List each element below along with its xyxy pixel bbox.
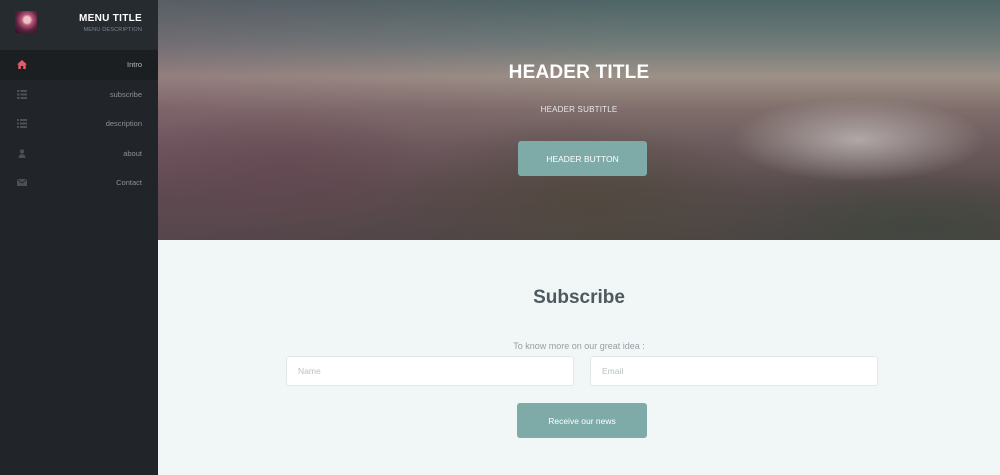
- sidebar-item-label: description: [105, 119, 142, 128]
- sidebar-item-description[interactable]: description: [0, 109, 158, 139]
- menu-description: MENU DESCRIPTION: [83, 27, 142, 33]
- list-icon: [17, 119, 27, 128]
- home-icon: [17, 60, 27, 69]
- grid-icon: [17, 89, 27, 99]
- sidebar-item-subscribe[interactable]: subscribe: [0, 80, 158, 110]
- header-section: HEADER TITLE HEADER SUBTITLE HEADER BUTT…: [158, 0, 1000, 240]
- email-field[interactable]: [590, 356, 878, 386]
- header-button[interactable]: HEADER BUTTON: [518, 141, 647, 176]
- sidebar-item-contact[interactable]: Contact: [0, 168, 158, 198]
- avatar: [15, 11, 37, 33]
- header-title: HEADER TITLE: [508, 62, 650, 83]
- subscribe-section: Subscribe To know more on our great idea…: [158, 240, 1000, 475]
- sidebar-item-label: Contact: [116, 178, 142, 187]
- sidebar-nav: Intro subscribe description about Contac…: [0, 50, 158, 198]
- sidebar-header: MENU TITLE MENU DESCRIPTION: [0, 0, 158, 50]
- sidebar-item-label: about: [123, 148, 142, 158]
- user-icon: [18, 148, 26, 158]
- name-field[interactable]: [286, 356, 574, 386]
- sidebar-item-intro[interactable]: Intro: [0, 50, 158, 80]
- sidebar: MENU TITLE MENU DESCRIPTION Intro subscr…: [0, 0, 158, 475]
- subscribe-title: Subscribe: [533, 287, 625, 308]
- sidebar-item-label: Intro: [126, 60, 142, 69]
- sidebar-item-about[interactable]: about: [0, 139, 158, 169]
- header-subtitle: HEADER SUBTITLE: [540, 105, 618, 114]
- receive-news-button[interactable]: Receive our news: [517, 403, 647, 438]
- envelope-icon: [17, 178, 27, 186]
- subscribe-text: To know more on our great idea :: [513, 341, 645, 351]
- sidebar-item-label: subscribe: [109, 89, 142, 99]
- menu-title: MENU TITLE: [79, 13, 142, 24]
